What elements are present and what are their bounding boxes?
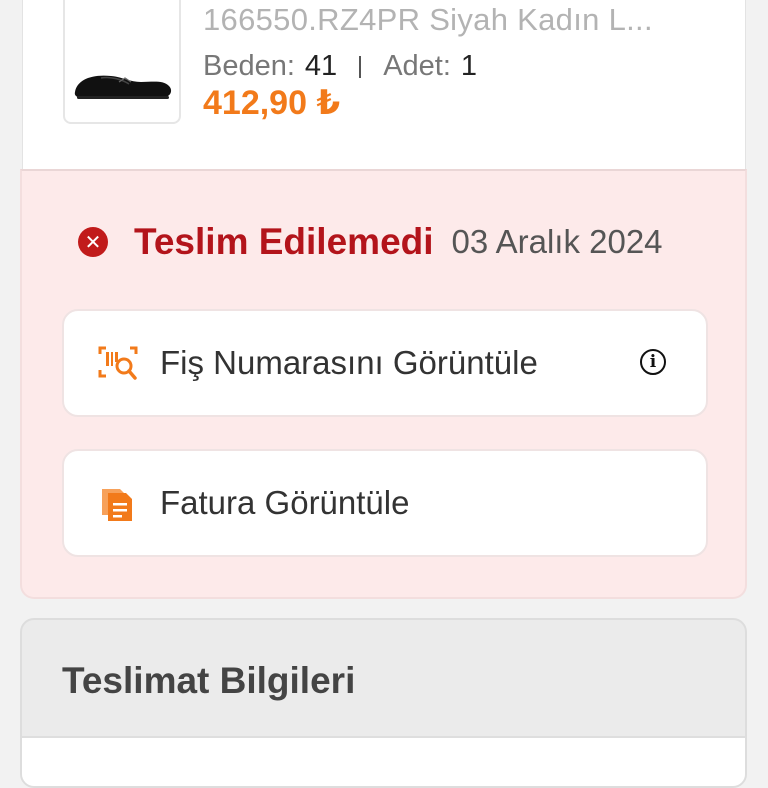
quantity-value: 1 — [460, 50, 478, 82]
view-receipt-number-button[interactable]: Fiş Numarasını Görüntüle i — [62, 309, 708, 417]
view-invoice-button[interactable]: Fatura Görüntüle — [62, 449, 708, 557]
delivery-info-title: Teslimat Bilgileri — [62, 660, 356, 701]
delivery-status-card: ✕ Teslim Edilemedi 03 Aralık 2024 Fiş Nu… — [20, 169, 747, 599]
info-icon[interactable]: i — [640, 349, 666, 375]
product-price: 412,90 ₺ — [203, 84, 341, 122]
product-meta: Beden: 41 Adet: 1 — [203, 50, 477, 83]
meta-divider — [359, 55, 362, 78]
invoice-icon — [98, 483, 146, 523]
product-card[interactable]: 166550.RZ4PR Siyah Kadın L... Beden: 41 … — [22, 0, 746, 170]
x-circle-icon: ✕ — [78, 227, 108, 257]
status-row: ✕ Teslim Edilemedi 03 Aralık 2024 — [78, 221, 663, 263]
product-thumbnail[interactable] — [63, 0, 181, 124]
size-value: 41 — [304, 50, 338, 82]
view-invoice-label: Fatura Görüntüle — [160, 484, 410, 521]
status-text: Teslim Edilemedi — [134, 221, 434, 262]
quantity-label: Adet: — [383, 50, 451, 82]
size-label: Beden: — [203, 50, 295, 82]
delivery-info-card: Teslimat Bilgileri — [20, 618, 747, 788]
shoe-image — [74, 75, 172, 99]
view-receipt-number-label: Fiş Numarasını Görüntüle — [160, 344, 538, 381]
delivery-info-body — [22, 736, 745, 786]
product-title[interactable]: 166550.RZ4PR Siyah Kadın L... — [203, 2, 653, 38]
receipt-search-icon — [98, 344, 146, 382]
status-date: 03 Aralık 2024 — [451, 223, 663, 260]
